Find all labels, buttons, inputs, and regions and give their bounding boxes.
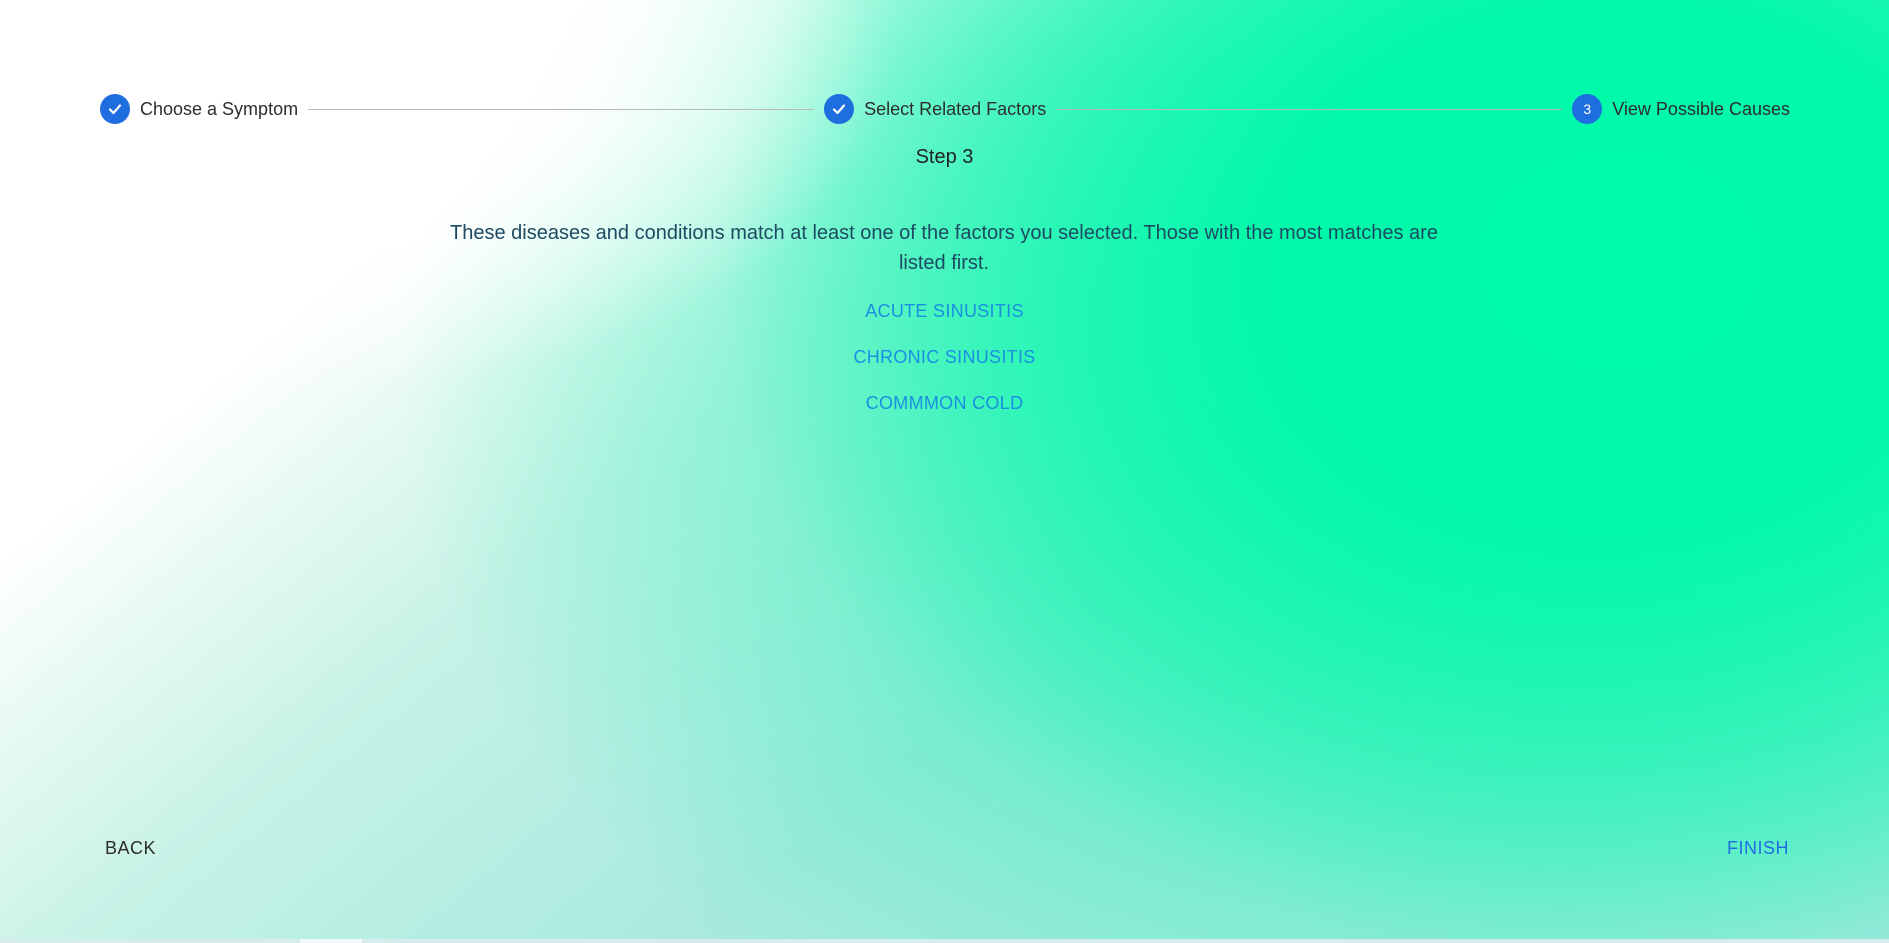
scrollbar-thumb[interactable] xyxy=(300,939,362,943)
check-icon xyxy=(100,94,130,124)
step-label: Choose a Symptom xyxy=(140,98,299,119)
step-choose-symptom[interactable]: Choose a Symptom xyxy=(100,94,298,124)
step-label: View Possible Causes xyxy=(1612,98,1790,119)
result-link-acute-sinusitis[interactable]: ACUTE SINUSITIS xyxy=(865,297,1024,325)
step-view-causes[interactable]: 3 View Possible Causes xyxy=(1572,94,1790,124)
results-description: These diseases and conditions match at l… xyxy=(450,222,1438,274)
step-select-factors[interactable]: Select Related Factors xyxy=(824,94,1046,124)
back-button[interactable]: BACK xyxy=(105,838,156,859)
result-link-common-cold[interactable]: COMMMON COLD xyxy=(866,389,1024,417)
result-link-chronic-sinusitis[interactable]: CHRONIC SINUSITIS xyxy=(853,343,1035,371)
stepper: Choose a Symptom Select Related Factors … xyxy=(100,94,1790,124)
step-title: Step 3 xyxy=(915,146,974,168)
step-connector xyxy=(308,108,815,110)
step-number-badge: 3 xyxy=(1572,94,1603,124)
step-connector xyxy=(1056,108,1563,110)
check-icon xyxy=(824,94,855,124)
results-list: ACUTE SINUSITIS CHRONIC SINUSITIS COMMMO… xyxy=(0,297,1889,435)
step-label: Select Related Factors xyxy=(864,98,1047,119)
page: Choose a Symptom Select Related Factors … xyxy=(0,0,1889,943)
horizontal-scrollbar[interactable] xyxy=(0,939,1889,943)
finish-button[interactable]: FINISH xyxy=(1727,838,1789,859)
